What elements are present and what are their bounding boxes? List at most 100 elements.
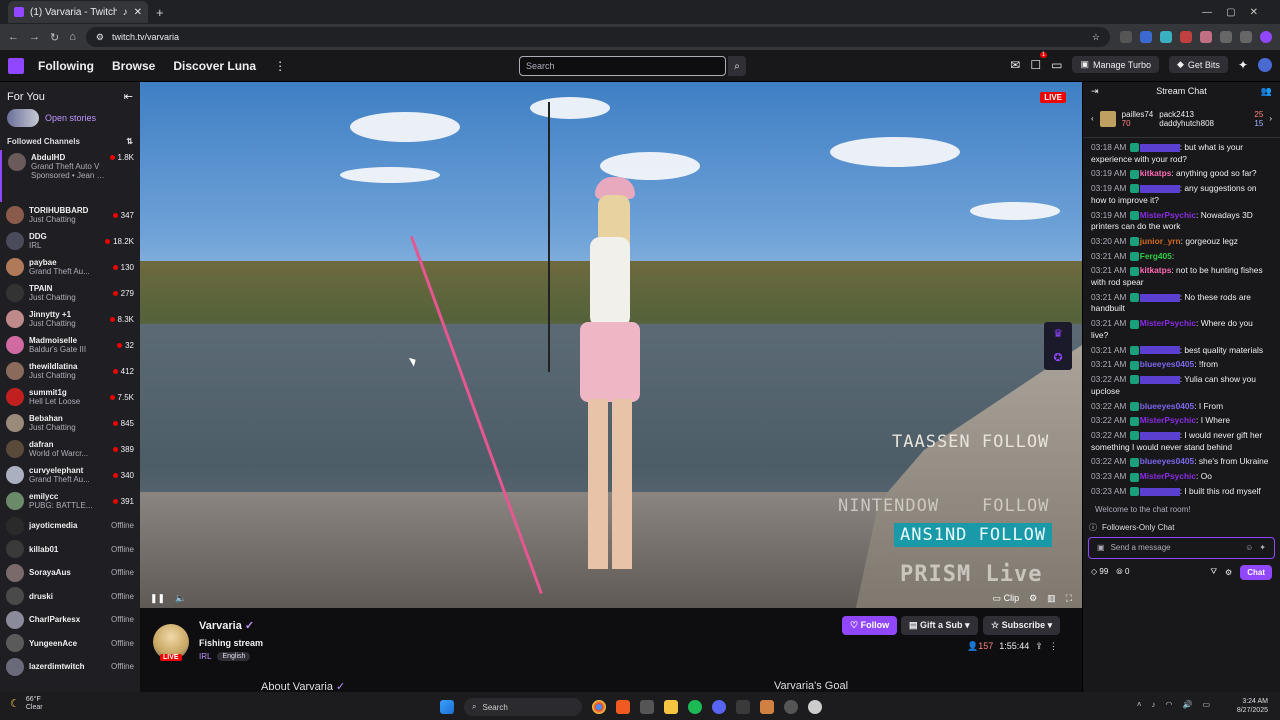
stream-category[interactable]: IRL: [199, 652, 211, 661]
next-gifter-icon[interactable]: ›: [1269, 114, 1272, 123]
profile-avatar[interactable]: [1260, 31, 1272, 43]
app-icon[interactable]: [736, 700, 750, 714]
url-field[interactable]: ⚙ twitch.tv/varvaria ☆: [85, 27, 1110, 47]
sidebar-channel[interactable]: Madmoiselle Baldur's Gate III 32: [0, 332, 140, 358]
tray-overflow-icon[interactable]: ˄: [1137, 700, 1142, 709]
gifter-1-name[interactable]: pailles74: [1122, 110, 1154, 119]
new-tab-button[interactable]: +: [156, 5, 164, 20]
sidebar-channel-offline[interactable]: killab01 Offline: [0, 538, 140, 562]
more-options-icon[interactable]: ⋮: [1049, 641, 1058, 652]
chat-username[interactable]: junior_yrn: [1140, 236, 1181, 246]
gifter-3-name[interactable]: daddyhutch808: [1159, 119, 1214, 128]
sidebar-channel[interactable]: Bebahan Just Chatting 845: [0, 410, 140, 436]
open-stories[interactable]: Open stories: [0, 107, 140, 133]
video-player[interactable]: LIVE ♛ ✪ TAASSEN FOLLOW NINTENDOW FOLLOW …: [140, 82, 1082, 608]
app-icon[interactable]: [760, 700, 774, 714]
overlay-crown-icon[interactable]: ♛ ✪: [1044, 322, 1072, 370]
chat-username[interactable]: blueeyes0405: [1140, 359, 1194, 369]
chat-username[interactable]: MisterPsychic: [1140, 210, 1196, 220]
channel-name[interactable]: Varvaria: [199, 620, 242, 632]
browser-tab[interactable]: (1) Varvaria - Twitch ♪ ✕: [8, 1, 148, 23]
sidebar-channel[interactable]: emilycc PUBG: BATTLE... 391: [0, 488, 140, 514]
emote-icon[interactable]: ▣: [1097, 543, 1105, 552]
sidebar-channel[interactable]: summit1g Hell Let Loose 7.5K: [0, 384, 140, 410]
app-icon[interactable]: [784, 700, 798, 714]
discord-icon[interactable]: [712, 700, 726, 714]
sidebar-channel[interactable]: TPAIN Just Chatting 279: [0, 280, 140, 306]
mute-tab-icon[interactable]: ♪: [123, 7, 128, 18]
tray-app-icon[interactable]: ♪: [1151, 700, 1155, 709]
brave-icon[interactable]: [616, 700, 630, 714]
extension-icon[interactable]: [1220, 31, 1232, 43]
notifications-icon[interactable]: ☐ 1: [1030, 51, 1048, 72]
chat-settings-icon[interactable]: ⚙: [1225, 568, 1232, 577]
gift-sub-button[interactable]: ▤ Gift a Sub ▾: [901, 616, 978, 635]
close-tab-icon[interactable]: ✕: [134, 7, 142, 18]
home-icon[interactable]: ⌂: [69, 31, 76, 43]
chat-username[interactable]: [1139, 487, 1180, 496]
nav-following[interactable]: Following: [38, 59, 94, 73]
chat-username[interactable]: MisterPsychic: [1140, 318, 1196, 328]
emote-picker-icon[interactable]: ☺: [1245, 543, 1253, 552]
theatre-mode-icon[interactable]: ▥: [1047, 593, 1056, 604]
whispers-icon[interactable]: ▭: [1051, 58, 1062, 72]
chat-username[interactable]: MisterPsychic: [1140, 471, 1196, 481]
chat-username[interactable]: blueeyes0405: [1140, 401, 1194, 411]
extension-icon[interactable]: [1140, 31, 1152, 43]
volume-icon[interactable]: 🔊: [1182, 700, 1192, 709]
prev-gifter-icon[interactable]: ‹: [1091, 114, 1094, 123]
chat-username[interactable]: [1139, 293, 1180, 302]
share-icon[interactable]: ⇪: [1035, 641, 1043, 652]
sidebar-channel[interactable]: curvyelephant Grand Theft Au... 340: [0, 462, 140, 488]
bits-balance[interactable]: ◇ 99: [1091, 567, 1108, 577]
sidebar-channel-offline[interactable]: jayoticmedia Offline: [0, 514, 140, 538]
chat-username[interactable]: MisterPsychic: [1140, 415, 1196, 425]
site-info-icon[interactable]: ⚙: [96, 32, 104, 43]
sidebar-channel-offline[interactable]: druski Offline: [0, 585, 140, 609]
follow-button[interactable]: ♡ Follow: [842, 616, 898, 635]
collapse-sidebar-icon[interactable]: ⇤: [124, 90, 133, 103]
collapse-chat-icon[interactable]: ⇥: [1091, 86, 1099, 97]
back-icon[interactable]: ←: [8, 31, 19, 43]
weather-widget[interactable]: ☾ 66°F Clear: [10, 696, 43, 713]
chat-users-icon[interactable]: 👥: [1261, 86, 1272, 97]
channel-points[interactable]: ⦾ 0: [1116, 567, 1129, 577]
chat-input[interactable]: ▣ Send a message ☺ ✦: [1088, 536, 1275, 559]
reload-icon[interactable]: ↻: [50, 31, 59, 44]
extension-icon[interactable]: [1240, 31, 1252, 43]
gifter-2-name[interactable]: pack2413: [1159, 110, 1194, 119]
extension-icon[interactable]: [1120, 31, 1132, 43]
prime-icon[interactable]: ✦: [1259, 543, 1266, 552]
task-view-icon[interactable]: [640, 700, 654, 714]
chat-username[interactable]: kitkatps: [1140, 265, 1172, 275]
sidebar-channel[interactable]: thewildlatina Just Chatting 412: [0, 358, 140, 384]
sidebar-channel[interactable]: DDG IRL 18.2K: [0, 228, 140, 254]
settings-icon[interactable]: ⚙: [1029, 593, 1037, 604]
chat-username[interactable]: [1139, 431, 1180, 440]
nav-discover-luna[interactable]: Discover Luna: [173, 59, 256, 73]
chat-username[interactable]: kitkatps: [1140, 168, 1172, 178]
chat-username[interactable]: Ferg405: [1140, 251, 1172, 261]
fullscreen-icon[interactable]: ⛶: [1066, 593, 1072, 604]
sidebar-channel-offline[interactable]: lazerdimtwitch Offline: [0, 655, 140, 679]
subscribe-button[interactable]: ☆ Subscribe ▾: [983, 616, 1061, 635]
get-bits-button[interactable]: ◆ Get Bits: [1169, 56, 1228, 73]
inbox-icon[interactable]: ✉: [1010, 58, 1020, 72]
nav-browse[interactable]: Browse: [112, 59, 155, 73]
manage-turbo-button[interactable]: ▣ Manage Turbo: [1072, 56, 1159, 73]
extension-icon[interactable]: [1180, 31, 1192, 43]
wifi-icon[interactable]: ◠: [1165, 700, 1172, 709]
battery-icon[interactable]: ▭: [1202, 700, 1210, 709]
chat-username[interactable]: blueeyes0405: [1140, 456, 1194, 466]
windows-start-icon[interactable]: [440, 700, 454, 714]
sidebar-channel[interactable]: TORIHUBBARD Just Chatting 347: [0, 202, 140, 228]
sidebar-channel[interactable]: paybae Grand Theft Au... 130: [0, 254, 140, 280]
chat-username[interactable]: [1139, 143, 1180, 152]
user-avatar[interactable]: [1258, 57, 1272, 72]
chat-username[interactable]: [1139, 184, 1180, 193]
taskbar-search[interactable]: ⌕ Search: [464, 698, 582, 716]
chat-send-button[interactable]: Chat: [1240, 564, 1272, 580]
chat-username[interactable]: [1139, 346, 1180, 355]
search-button[interactable]: ⌕: [728, 56, 746, 76]
search-input[interactable]: Search: [519, 56, 726, 76]
